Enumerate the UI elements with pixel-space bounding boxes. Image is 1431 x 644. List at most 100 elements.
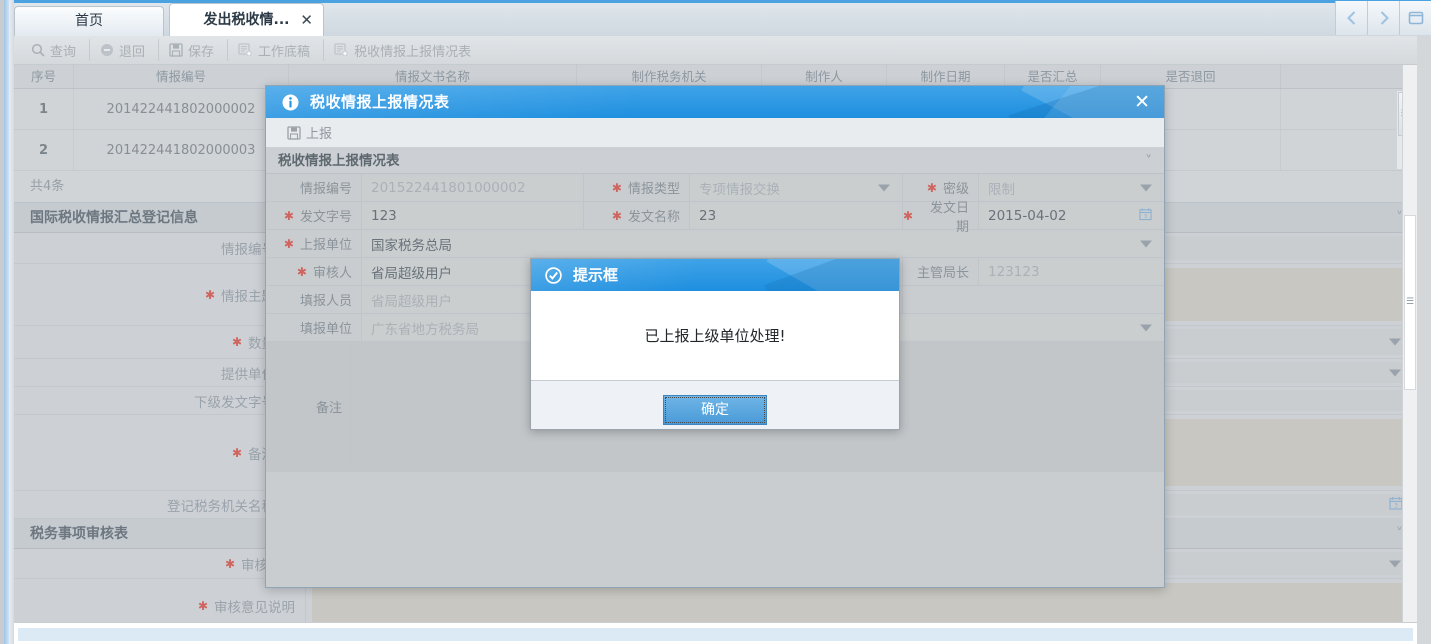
- label-text: 上报单位: [299, 238, 352, 253]
- check-circle-icon: [545, 267, 562, 288]
- required-mark: ✱: [283, 236, 294, 251]
- calendar-icon[interactable]: 3: [1389, 496, 1403, 514]
- dialog-section-header[interactable]: 税收情报上报情况表 ˅: [266, 148, 1164, 174]
- field-label-sub-doc-no: 下级发文字号: [14, 387, 286, 414]
- dialog-label-filler: 填报人员: [266, 286, 362, 313]
- scrollbar-grip-icon: ☰: [1406, 297, 1415, 307]
- page-scrollbar[interactable]: ☰: [1402, 65, 1417, 622]
- dialog-cell-doc-date: 2015-04-02 3: [979, 202, 1164, 229]
- left-rail: [0, 0, 14, 644]
- alert-message: 已上报上级单位处理!: [531, 291, 899, 381]
- page-toolbar: 查询 退回 保存 工作底稿 税收情报上报情况表: [14, 36, 1417, 65]
- chevron-down-icon[interactable]: [1389, 369, 1401, 376]
- dialog-select-info-type[interactable]: 专项情报交换: [690, 176, 898, 199]
- nav-next-button[interactable]: [1367, 1, 1399, 35]
- dialog-cell-info-type: 专项情报交换: [690, 174, 903, 201]
- dialog-input-doc-date[interactable]: 2015-04-02 3: [979, 204, 1160, 227]
- label-text: 主管局长: [916, 266, 969, 281]
- field-label-info-subject: ✱ 情报主题: [14, 264, 286, 325]
- dialog-input-info-no[interactable]: 201522441801000002: [362, 176, 579, 199]
- field-label-info-no: 情报编号: [14, 233, 286, 263]
- label-text: 备注: [315, 401, 342, 416]
- required-mark: ✱: [224, 556, 235, 571]
- dialog-select-secrecy[interactable]: 限制: [979, 176, 1160, 199]
- field-label-remark: ✱ 备注: [14, 415, 286, 490]
- add-document-icon: [334, 43, 349, 57]
- svg-text:3: 3: [1144, 213, 1148, 219]
- label-text: 填报单位: [299, 322, 352, 337]
- field-value: 123: [371, 207, 397, 224]
- field-label-review-opinion: ✱ 审核意见: [14, 549, 306, 578]
- dialog-label-filler-unit: 填报单位: [266, 314, 362, 341]
- label-text: 发文名称: [627, 210, 680, 225]
- tab-home[interactable]: 首页: [14, 6, 164, 36]
- label-text: 发文字号: [299, 210, 352, 225]
- label-text: 情报编号: [299, 182, 352, 197]
- required-mark: ✱: [197, 598, 208, 613]
- chevron-down-icon[interactable]: [1389, 338, 1401, 346]
- dialog-label-info-no: 情报编号: [266, 174, 362, 201]
- chevron-down-icon[interactable]: ˅: [1145, 148, 1152, 174]
- tab-home-label: 首页: [75, 13, 103, 29]
- grid-col-code: 情报编号: [74, 65, 289, 88]
- dialog-cell-doc-name: 23: [690, 202, 903, 229]
- label-text: 审核意见说明: [214, 599, 295, 616]
- return-button[interactable]: 退回: [89, 38, 156, 62]
- nav-prev-button[interactable]: [1335, 1, 1367, 35]
- required-mark: ✱: [611, 208, 622, 223]
- required-mark: ✱: [231, 335, 242, 349]
- dialog-select-report-unit[interactable]: 国家税务总局: [362, 232, 1160, 255]
- chevron-right-icon: [1380, 11, 1389, 25]
- minus-circle-icon: [101, 44, 114, 56]
- dialog-input-director[interactable]: 123123: [979, 260, 1160, 283]
- restore-window-icon: [1408, 11, 1423, 25]
- chevron-down-icon[interactable]: [878, 184, 890, 191]
- label-text: 情报类型: [627, 182, 680, 197]
- close-icon[interactable]: ✕: [300, 4, 313, 36]
- dialog-label-report-unit: ✱ 上报单位: [266, 230, 362, 257]
- dialog-label-director: 主管局长: [903, 258, 979, 285]
- label-text: 填报人员: [299, 294, 352, 309]
- save-button[interactable]: 保存: [158, 38, 225, 62]
- search-icon: [31, 43, 45, 57]
- application-window: 首页 发出税收情... ✕ 查询 退回 保存 工作底稿 税收情报上报情况表 序号…: [0, 0, 1431, 644]
- field-value: 广东省地方税务局: [371, 321, 479, 338]
- confirm-button[interactable]: 确定: [663, 395, 767, 425]
- record-count-label: 共4条: [30, 179, 65, 194]
- alert-title: 提示框: [573, 266, 619, 284]
- chevron-down-icon[interactable]: [1140, 184, 1152, 191]
- dialog-toolbar: 上报: [266, 118, 1164, 148]
- close-icon[interactable]: ✕: [1134, 86, 1150, 118]
- restore-window-button[interactable]: [1399, 1, 1431, 35]
- tax-info-report-button[interactable]: 税收情报上报情况表: [323, 38, 482, 62]
- section-title: 税务事项审核表: [30, 526, 128, 542]
- field-value: 201522441801000002: [371, 179, 526, 196]
- dialog-label-remark: 备注: [266, 342, 352, 471]
- tab-outgoing-tax-info[interactable]: 发出税收情... ✕: [169, 3, 324, 36]
- save-icon: [169, 43, 183, 57]
- chevron-down-icon[interactable]: [1140, 324, 1152, 331]
- dialog-cell-director: 123123: [979, 258, 1164, 285]
- field-value: 限制: [988, 181, 1015, 198]
- dialog-label-doc-no: ✱ 发文字号: [266, 202, 362, 229]
- required-mark: ✱: [926, 180, 937, 195]
- chevron-down-icon[interactable]: [1389, 560, 1401, 567]
- field-value: 2015-04-02: [988, 207, 1067, 224]
- chevron-left-icon: [1346, 11, 1355, 25]
- query-button[interactable]: 查询: [20, 38, 87, 62]
- info-icon: [282, 94, 299, 115]
- submit-report-button[interactable]: 上报: [276, 121, 343, 145]
- dialog-label-doc-date: ✱ 发文日期: [903, 201, 979, 235]
- required-mark: ✱: [204, 287, 215, 302]
- field-value: 省局超级用户: [371, 293, 452, 310]
- calendar-icon[interactable]: 3: [1139, 207, 1152, 224]
- worksheet-button[interactable]: 工作底稿: [227, 38, 321, 62]
- dialog-cell-filler-spacer: [903, 286, 1164, 313]
- dialog-input-doc-no[interactable]: 123: [362, 204, 579, 227]
- dialog-title: 税收情报上报情况表: [310, 93, 450, 111]
- chevron-down-icon[interactable]: [1140, 240, 1152, 247]
- alert-footer: 确定: [531, 381, 899, 429]
- status-bar: [14, 622, 1417, 644]
- dialog-input-doc-name[interactable]: 23: [690, 204, 898, 227]
- dialog-label-doc-name: ✱ 发文名称: [584, 202, 690, 229]
